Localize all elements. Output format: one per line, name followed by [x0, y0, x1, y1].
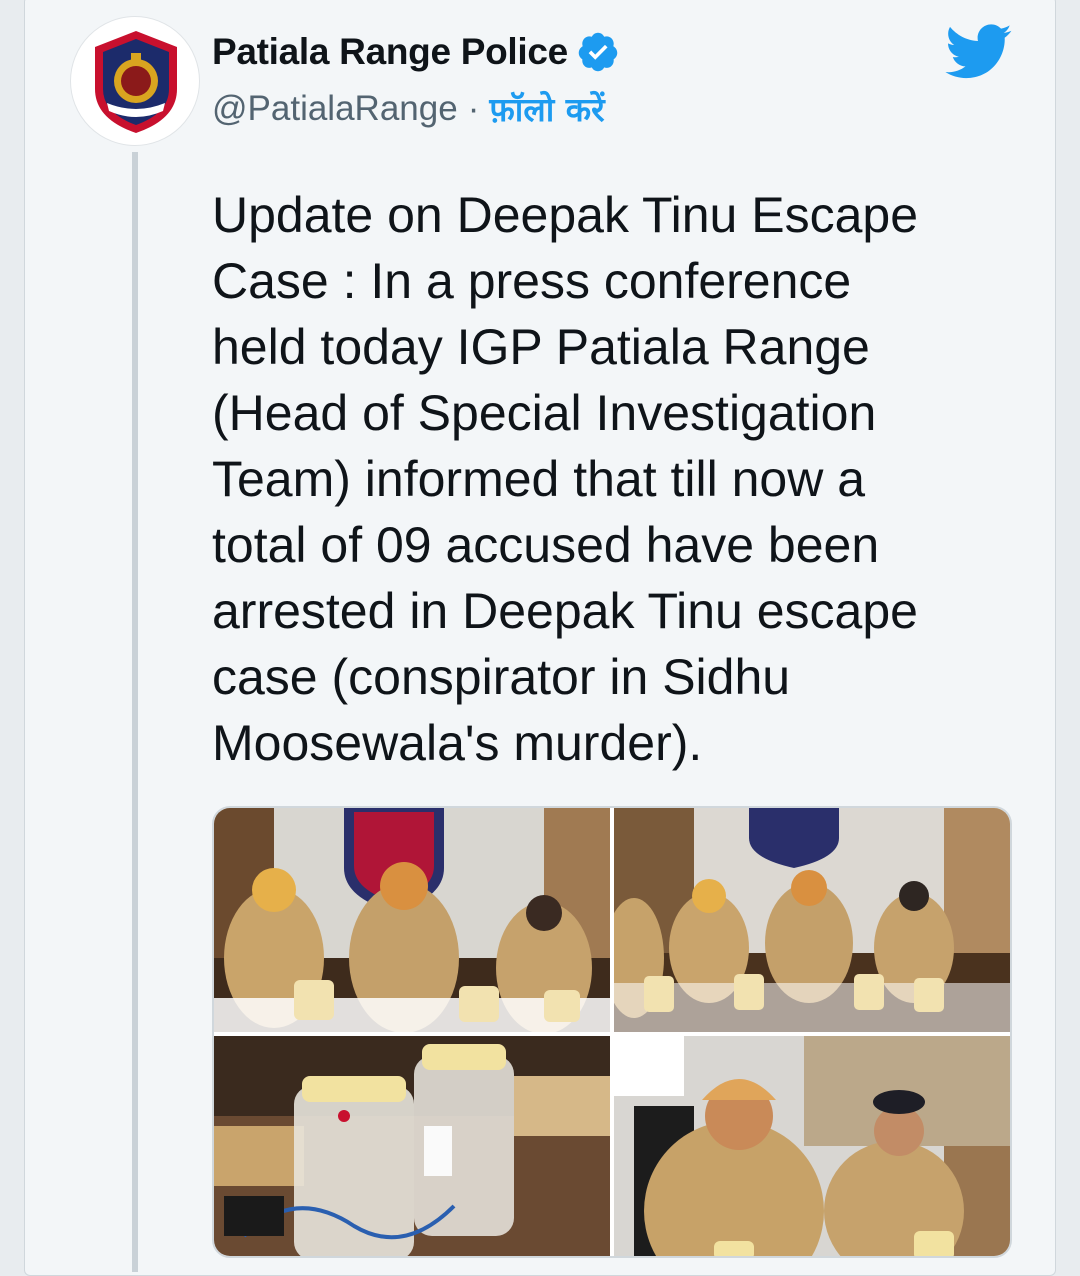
twitter-bird-icon[interactable]: [944, 24, 1014, 80]
photo-officers-closeup[interactable]: [614, 1036, 1010, 1256]
separator-dot: ·: [467, 88, 480, 128]
photo-press-conference-wide[interactable]: [214, 808, 610, 1032]
media-grid[interactable]: [212, 806, 1012, 1258]
photo-image: [214, 1036, 610, 1256]
photo-press-conference-table[interactable]: [614, 808, 1010, 1032]
photo-image: [614, 1036, 1010, 1256]
photo-image: [214, 808, 610, 1032]
tweet-text: Update on Deepak Tinu Escape Case : In a…: [212, 187, 919, 771]
photo-image: [614, 808, 1010, 1032]
author-name[interactable]: Patiala Range Police: [212, 31, 568, 73]
avatar[interactable]: [70, 16, 200, 146]
photo-evidence-jars[interactable]: [214, 1036, 610, 1256]
thread-line: [132, 152, 138, 1272]
punjab-police-logo: [95, 31, 177, 133]
author-handle[interactable]: @PatialaRange: [212, 89, 458, 129]
follow-button[interactable]: फ़ॉलो करें: [489, 86, 604, 131]
verified-badge-icon: [578, 32, 618, 72]
